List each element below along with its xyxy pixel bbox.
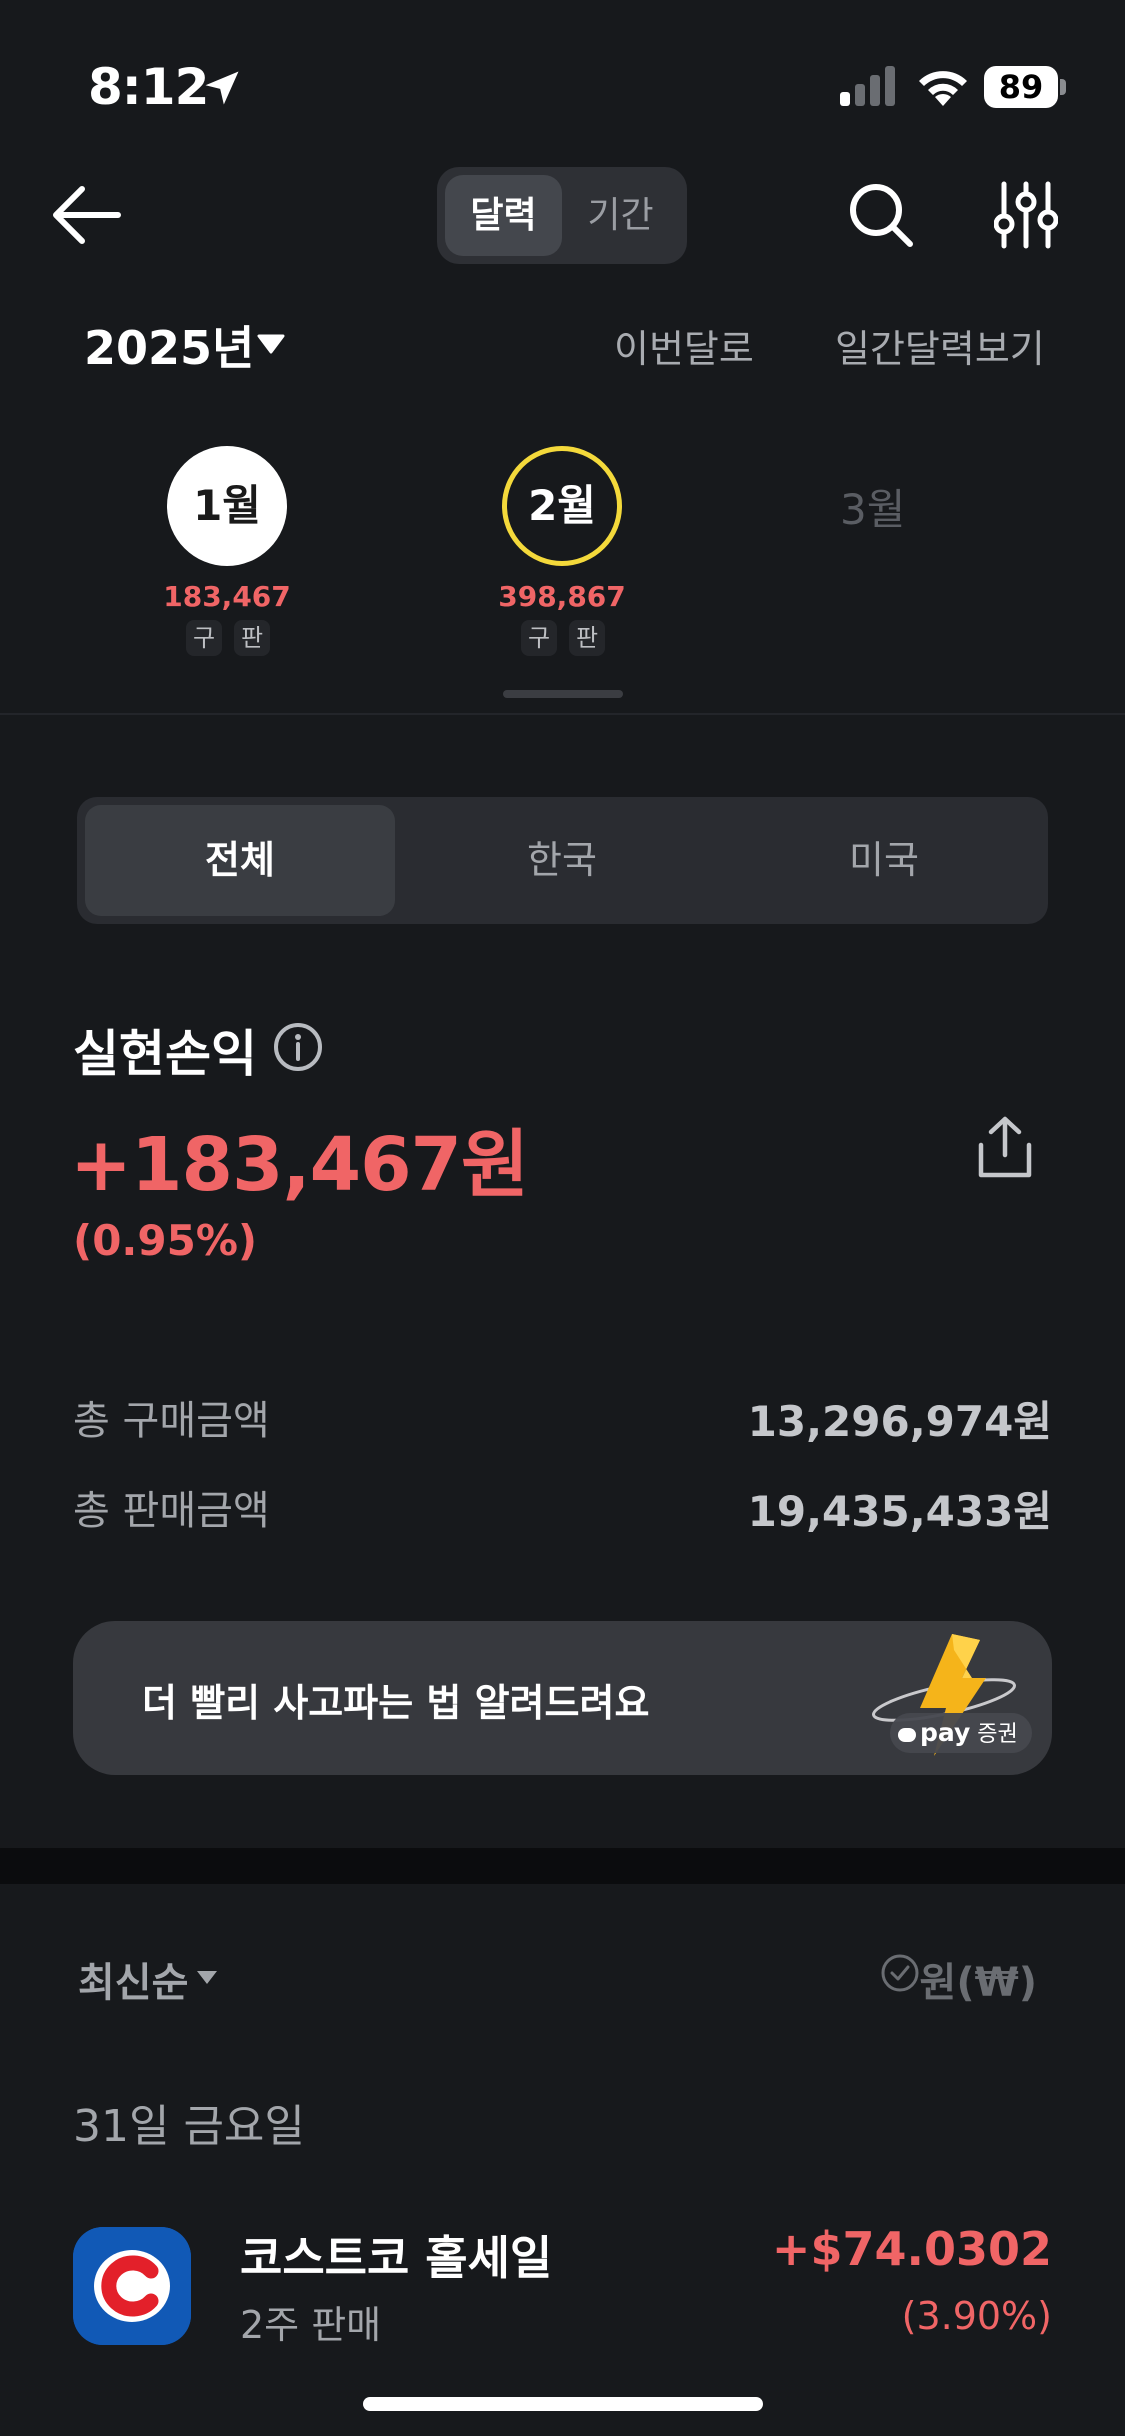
caret-down-icon[interactable]	[196, 1969, 218, 1985]
total-buy-label: 총 구매금액	[73, 1398, 270, 1444]
year-selector[interactable]: 2025년	[84, 312, 254, 378]
share-icon[interactable]	[975, 1115, 1035, 1181]
realized-pnl-amount: +183,467원	[70, 1122, 529, 1208]
caret-down-icon[interactable]	[257, 333, 285, 355]
total-sell-value: 19,435,433원	[747, 1487, 1052, 1536]
stock-name[interactable]: 코스트코 홀세일	[240, 2222, 552, 2288]
filter-korea[interactable]: 한국	[407, 805, 717, 916]
buy-tag: 구	[186, 620, 222, 656]
stock-pnl-percent: (3.90%)	[901, 2294, 1052, 2338]
pay-brand-suffix: 증권	[977, 1722, 1018, 1747]
sort-selector[interactable]: 최신순	[78, 1950, 188, 2008]
month-february-amount: 398,867	[498, 580, 626, 613]
month-january[interactable]: 1월	[167, 446, 287, 566]
speech-bubble-icon	[898, 1728, 916, 1742]
sell-tag: 판	[569, 620, 605, 656]
promo-banner-text: 더 빨리 사고파는 법 알려드려요	[142, 1681, 650, 1725]
filter-usa[interactable]: 미국	[729, 805, 1039, 916]
month-march[interactable]: 3월	[840, 476, 905, 537]
daily-calendar-link[interactable]: 일간달력보기	[835, 318, 1045, 373]
battery-level: 89	[984, 66, 1058, 108]
stock-sub: 2주 판매	[240, 2303, 382, 2347]
home-indicator[interactable]	[363, 2397, 763, 2411]
filter-sliders-icon[interactable]	[994, 180, 1058, 250]
market-filter: 전체 한국 미국	[77, 797, 1048, 924]
month-january-amount: 183,467	[163, 580, 291, 613]
kakaopay-securities-badge: pay 증권	[890, 1713, 1032, 1753]
filter-all[interactable]: 전체	[85, 805, 395, 916]
realized-pnl-percent: (0.95%)	[73, 1216, 258, 1265]
cellular-signal-icon	[840, 66, 895, 106]
this-month-link[interactable]: 이번달로	[614, 318, 754, 373]
info-icon[interactable]	[272, 1021, 324, 1073]
sell-tag: 판	[234, 620, 270, 656]
battery-tip	[1060, 79, 1066, 95]
search-icon[interactable]	[846, 180, 916, 250]
wifi-icon	[919, 71, 967, 106]
check-circle-icon[interactable]	[880, 1953, 920, 1993]
battery-indicator: 89	[984, 66, 1066, 108]
stock-pnl-amount: +$74.0302	[771, 2222, 1052, 2276]
back-arrow-icon[interactable]	[48, 180, 128, 250]
currency-toggle[interactable]: 원(₩)	[920, 1950, 1037, 2008]
costco-logo-mark	[73, 2227, 191, 2345]
date-header: 31일 금요일	[73, 2101, 305, 2152]
view-mode-toggle: 달력 기간	[437, 167, 687, 264]
realized-pnl-title: 실현손익	[73, 1025, 257, 1083]
total-sell-label: 총 판매금액	[73, 1488, 270, 1534]
status-time: 8:12	[88, 58, 209, 116]
location-arrow-icon	[205, 71, 239, 105]
buy-tag: 구	[521, 620, 557, 656]
tab-calendar[interactable]: 달력	[445, 175, 562, 256]
total-buy-value: 13,296,974원	[747, 1397, 1052, 1446]
section-separator	[0, 1848, 1125, 1884]
month-february[interactable]: 2월	[502, 446, 622, 566]
divider	[0, 713, 1125, 715]
costco-logo	[73, 2227, 191, 2345]
tab-period[interactable]: 기간	[562, 175, 679, 256]
carousel-indicator	[503, 690, 623, 698]
pay-brand: pay	[920, 1718, 971, 1747]
